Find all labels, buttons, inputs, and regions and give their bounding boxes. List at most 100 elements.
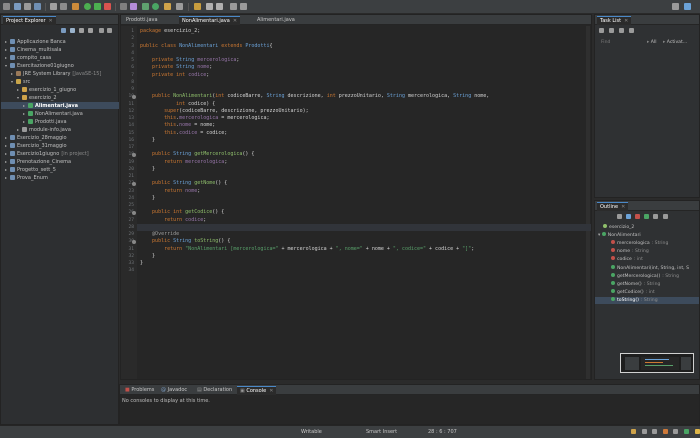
- task-filter-all[interactable]: ▸ All: [647, 39, 656, 46]
- code-line[interactable]: public String getMercerologica() {: [140, 151, 254, 158]
- tree-item[interactable]: ▸ esercizio_1_giugno: [1, 86, 119, 93]
- tree-item[interactable]: ▸ Prenotazione_Cinema: [1, 158, 119, 165]
- check-icon[interactable]: [683, 429, 689, 434]
- code-line[interactable]: return nome;: [140, 188, 200, 195]
- hide-static-icon[interactable]: [635, 214, 640, 219]
- outline-item[interactable]: getMercerologica(): String: [595, 272, 699, 280]
- new-task-icon[interactable]: [599, 28, 604, 33]
- code-line[interactable]: this.mercerologica = mercerologica;: [140, 115, 269, 122]
- tab-prodotti[interactable]: Prodotti.java: [123, 16, 161, 25]
- hide-local-types-icon[interactable]: [653, 214, 658, 219]
- tree-item[interactable]: ▸ compito_casa: [1, 54, 119, 61]
- window-preview-thumbnail[interactable]: [620, 353, 694, 373]
- code-line[interactable]: this.codice = codice;: [140, 130, 227, 137]
- tree-item[interactable]: ▸ module-info.java: [1, 126, 119, 133]
- code-line[interactable]: public String getNome() {: [140, 180, 227, 187]
- open-type-icon[interactable]: [164, 3, 171, 10]
- tree-item[interactable]: ▸ Cinema_multisala: [1, 46, 119, 53]
- sort-icon[interactable]: [617, 214, 622, 219]
- code-line[interactable]: int codice) {: [140, 101, 215, 108]
- code-line[interactable]: return mercerologica;: [140, 159, 227, 166]
- forward-icon[interactable]: [240, 3, 247, 10]
- terminal-icon[interactable]: [60, 3, 67, 10]
- sync-icon[interactable]: [631, 429, 636, 434]
- code-line[interactable]: private int codice;: [140, 72, 209, 79]
- view-menu-icon[interactable]: [88, 28, 93, 33]
- tree-item[interactable]: ▸ Alimentari.java: [1, 102, 119, 109]
- tree-item[interactable]: ▸ JRE System Library [JavaSE-15]: [1, 70, 119, 77]
- fold-marker-icon[interactable]: [132, 94, 136, 99]
- tree-item[interactable]: ▾ src: [1, 78, 119, 85]
- save-all-icon[interactable]: [34, 3, 41, 10]
- tab-project-explorer[interactable]: Project Explorer ✕: [3, 16, 56, 25]
- tab-declaration[interactable]: ▤ Declaration: [194, 386, 235, 395]
- tab-task-list[interactable]: Task List ✕: [597, 16, 632, 25]
- tree-item[interactable]: ▸ Progetto_sett_5: [1, 166, 119, 173]
- code-line[interactable]: return codice;: [140, 217, 206, 224]
- tab-javadoc[interactable]: @ Javadoc: [158, 386, 190, 395]
- task-find-input[interactable]: Find: [601, 39, 631, 46]
- code-line[interactable]: this.nome = nome;: [140, 122, 215, 129]
- code-line[interactable]: }: [140, 137, 155, 144]
- vertical-scrollbar[interactable]: [586, 26, 590, 379]
- close-icon[interactable]: ✕: [233, 18, 237, 24]
- code-line[interactable]: public int getCodice() {: [140, 209, 224, 216]
- outline-item[interactable]: NonAlimentari(int, String, int, S: [595, 264, 699, 272]
- code-line[interactable]: private String mercerologica;: [140, 57, 239, 64]
- search-icon[interactable]: [176, 3, 183, 10]
- menu-icon[interactable]: [3, 3, 10, 10]
- tree-item[interactable]: ▸ Esercizio1giugno [in project]: [1, 150, 119, 157]
- lightbulb-icon[interactable]: [694, 429, 700, 434]
- view-menu-icon[interactable]: [663, 214, 668, 219]
- run-icon[interactable]: [84, 3, 91, 10]
- close-icon[interactable]: ✕: [269, 388, 273, 394]
- outline-item[interactable]: getNome(): String: [595, 280, 699, 288]
- back-icon[interactable]: [230, 3, 237, 10]
- code-line[interactable]: package esercizio_2;: [140, 28, 200, 35]
- external-tools-icon[interactable]: [120, 3, 127, 10]
- outline-item[interactable]: toString(): String: [595, 296, 699, 304]
- tree-item[interactable]: ▸ NonAlimentari.java: [1, 110, 119, 117]
- outline-item[interactable]: nome: String: [595, 248, 699, 255]
- run-dropdown-icon[interactable]: [94, 3, 101, 10]
- link-editor-icon[interactable]: [70, 28, 75, 33]
- tree-item[interactable]: ▸ Prodotti.java: [1, 118, 119, 125]
- save-icon[interactable]: [24, 3, 31, 10]
- code-line[interactable]: public String toString() {: [140, 238, 230, 245]
- tree-item[interactable]: ▾ Esercitazione01giugno: [1, 62, 119, 69]
- code-line[interactable]: @Override: [140, 231, 179, 238]
- code-line[interactable]: }: [140, 253, 155, 260]
- tab-problems[interactable]: ■ Problems: [122, 386, 157, 395]
- outline-item[interactable]: ▾ NonAlimentari: [595, 232, 699, 239]
- collapse-all-icon[interactable]: [61, 28, 66, 33]
- tree-item[interactable]: ▸ Prova_Enum: [1, 174, 119, 181]
- sync-icon[interactable]: [629, 28, 634, 33]
- filter-icon[interactable]: [609, 28, 614, 33]
- tree-item[interactable]: ▾ esercizio_2: [1, 94, 119, 101]
- hide-fields-icon[interactable]: [626, 214, 631, 219]
- outline-item[interactable]: mercerologica: String: [595, 240, 699, 247]
- fold-marker-icon[interactable]: [132, 239, 136, 244]
- new-class-icon[interactable]: [152, 3, 159, 10]
- tab-outline[interactable]: Outline ✕: [597, 202, 629, 211]
- update-icon[interactable]: [641, 429, 647, 434]
- fold-marker-icon[interactable]: [132, 181, 136, 186]
- outline-item[interactable]: esercizio_2: [595, 224, 699, 231]
- filter-icon[interactable]: [79, 28, 84, 33]
- task-activate[interactable]: ▸ Activat...: [663, 39, 687, 46]
- debug-icon[interactable]: [72, 3, 79, 10]
- close-icon[interactable]: ✕: [621, 204, 625, 210]
- minimize-icon[interactable]: [99, 28, 104, 33]
- outline-item[interactable]: codice: int: [595, 256, 699, 263]
- gear-icon[interactable]: [673, 429, 679, 434]
- code-line[interactable]: super(codiceBarre, descrizione, prezzoUn…: [140, 108, 309, 115]
- close-icon[interactable]: ✕: [49, 18, 53, 24]
- next-annotation-icon[interactable]: [206, 3, 213, 10]
- tree-item[interactable]: ▸ Esercizio_31maggio: [1, 142, 119, 149]
- tree-item[interactable]: ▸ Esercizio_28maggio: [1, 134, 119, 141]
- tools-icon[interactable]: [662, 429, 668, 434]
- tab-nonalimentari[interactable]: NonAlimentari.java ✕: [179, 16, 241, 25]
- stop-icon[interactable]: [104, 3, 111, 10]
- code-line[interactable]: }: [140, 260, 143, 267]
- hide-nonpublic-icon[interactable]: [644, 214, 649, 219]
